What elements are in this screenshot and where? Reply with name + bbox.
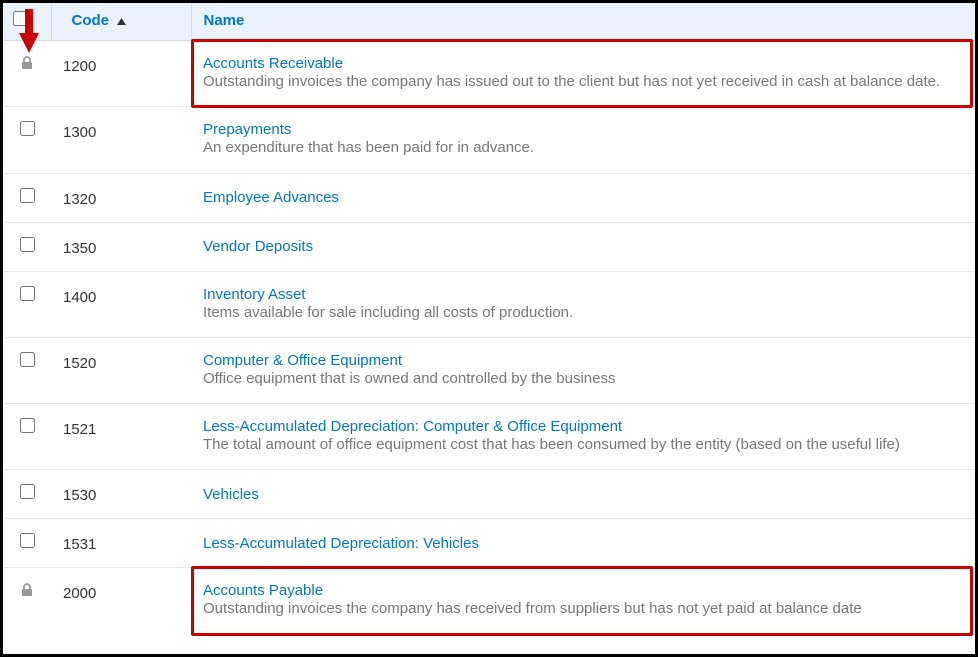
red-arrow-annotation [17,9,41,53]
table-row: 1350 Vendor Deposits [3,222,975,271]
lock-icon [19,55,35,71]
account-link[interactable]: Less-Accumulated Depreciation: Vehicles [203,535,479,552]
row-select-cell [3,173,51,222]
account-name-cell: Employee Advances [191,173,975,222]
table-row: 1520Computer & Office EquipmentOffice eq… [3,337,975,403]
account-link[interactable]: Accounts Payable [203,582,323,599]
row-select-cell [3,271,51,337]
row-select-cell [3,519,51,568]
row-checkbox[interactable] [20,188,35,203]
account-link[interactable]: Accounts Receivable [203,55,343,72]
account-desc: The total amount of office equipment cos… [203,435,965,455]
account-desc: Outstanding invoices the company has iss… [203,72,965,92]
row-checkbox[interactable] [20,237,35,252]
account-code: 1400 [51,271,191,337]
account-code: 1521 [51,404,191,470]
table-row: 1320 Employee Advances [3,173,975,222]
app-frame: Code Name 1200Accounts ReceivableOutstan… [0,0,978,657]
account-desc: Office equipment that is owned and contr… [203,369,965,389]
account-desc: An expenditure that has been paid for in… [203,138,965,158]
table-row: 1531 Less-Accumulated Depreciation: Vehic… [3,519,975,568]
row-select-cell [3,107,51,173]
account-desc: Outstanding invoices the company has rec… [203,599,965,619]
account-code: 1200 [51,41,191,107]
header-name[interactable]: Name [191,3,975,41]
row-select-cell [3,568,51,634]
header-name-label: Name [204,12,245,29]
account-name-cell: PrepaymentsAn expenditure that has been … [191,107,975,173]
account-code: 1300 [51,107,191,173]
account-name-cell: Less-Accumulated Depreciation: Computer … [191,404,975,470]
account-name-cell: Accounts ReceivableOutstanding invoices … [191,41,975,107]
account-code: 1320 [51,173,191,222]
row-checkbox[interactable] [20,484,35,499]
row-select-cell [3,337,51,403]
row-checkbox[interactable] [20,418,35,433]
account-link[interactable]: Less-Accumulated Depreciation: Computer … [203,418,622,435]
table-row: 1530 Vehicles [3,470,975,519]
row-select-cell [3,470,51,519]
sort-ascending-icon [117,12,126,29]
account-code: 1530 [51,470,191,519]
account-code: 1531 [51,519,191,568]
account-link[interactable]: Prepayments [203,121,291,138]
account-link[interactable]: Vehicles [203,486,259,503]
row-checkbox[interactable] [20,352,35,367]
table-row: 1300PrepaymentsAn expenditure that has b… [3,107,975,173]
account-name-cell: Vehicles [191,470,975,519]
header-code[interactable]: Code [51,3,191,41]
account-code: 1350 [51,222,191,271]
account-name-cell: Computer & Office EquipmentOffice equipm… [191,337,975,403]
account-link[interactable]: Employee Advances [203,189,339,206]
account-desc: Items available for sale including all c… [203,303,965,323]
account-name-cell: Inventory AssetItems available for sale … [191,271,975,337]
lock-icon [19,582,35,598]
row-select-cell [3,404,51,470]
account-name-cell: Vendor Deposits [191,222,975,271]
account-name-cell: Less-Accumulated Depreciation: Vehicles [191,519,975,568]
account-link[interactable]: Inventory Asset [203,286,306,303]
row-checkbox[interactable] [20,533,35,548]
table-row: 1521 Less-Accumulated Depreciation: Compu… [3,404,975,470]
account-link[interactable]: Vendor Deposits [203,238,313,255]
table-row: 1400Inventory AssetItems available for s… [3,271,975,337]
table-row: 1200Accounts ReceivableOutstanding invoi… [3,41,975,107]
account-code: 1520 [51,337,191,403]
account-code: 2000 [51,568,191,634]
account-name-cell: Accounts PayableOutstanding invoices the… [191,568,975,634]
table-row: 2000Accounts PayableOutstanding invoices… [3,568,975,634]
account-link[interactable]: Computer & Office Equipment [203,352,402,369]
row-select-cell [3,222,51,271]
row-checkbox[interactable] [20,121,35,136]
row-checkbox[interactable] [20,286,35,301]
header-code-label: Code [72,12,110,29]
accounts-table: Code Name 1200Accounts ReceivableOutstan… [3,3,975,634]
